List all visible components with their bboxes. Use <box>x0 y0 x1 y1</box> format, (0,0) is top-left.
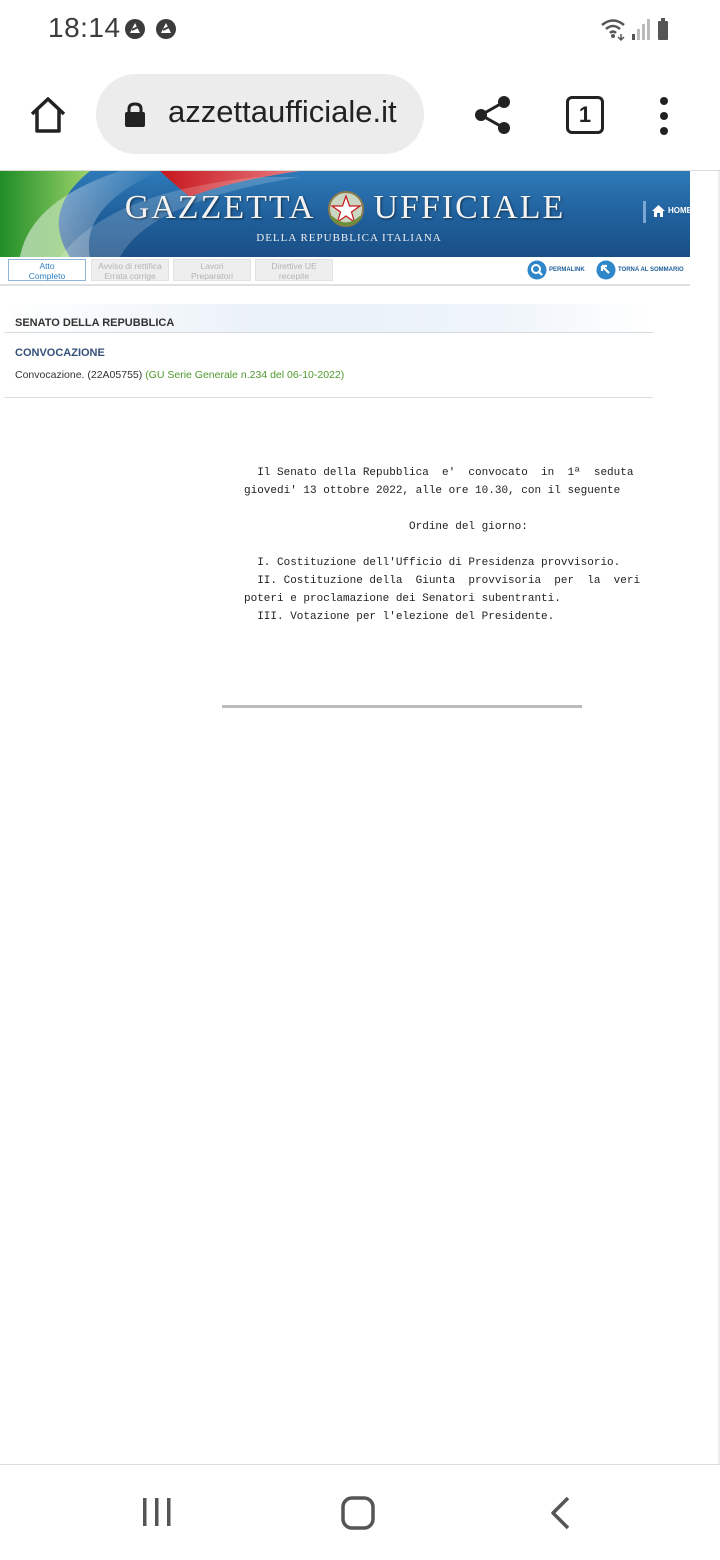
recent-apps-icon[interactable] <box>140 1496 174 1528</box>
home-icon[interactable] <box>28 95 68 135</box>
site-home-link[interactable]: HOME <box>643 201 690 223</box>
tab-label: Lavori <box>200 261 224 271</box>
address-bar[interactable]: azzettaufficiale.it <box>96 74 424 154</box>
act-category: CONVOCAZIONE <box>15 347 105 359</box>
system-nav-bar <box>0 1464 720 1560</box>
gu-reference-link[interactable]: (GU Serie Generale n.234 del 06-10-2022) <box>145 369 344 381</box>
act-body-line: Ordine del giorno: <box>244 521 528 533</box>
tab-avviso-rettifica[interactable]: Avviso di rettifica Errata corrige <box>91 259 169 281</box>
signal-icon <box>632 19 650 40</box>
act-body-line: giovedi' 13 ottobre 2022, alle ore 10.30… <box>244 485 621 497</box>
share-icon[interactable] <box>474 95 512 135</box>
status-bar: 18:14 <box>0 0 720 60</box>
screen: 18:14 azzettaufficiale.it 1 GAZZETTA UFF… <box>0 0 720 1560</box>
act-body-line: III. Votazione per l'elezione del Presid… <box>244 611 555 623</box>
site-banner: GAZZETTA UFFICIALE DELLA REPUBBLICA ITALI… <box>0 171 690 257</box>
act-title: Convocazione. (22A05755) <box>15 369 143 381</box>
act-body-line: Il Senato della Repubblica e' convocato … <box>244 467 634 479</box>
act-title-line: Convocazione. (22A05755) (GU Serie Gener… <box>15 369 344 381</box>
tab-label: Avviso di rettifica <box>98 261 162 271</box>
status-time: 18:14 <box>48 12 121 43</box>
battery-icon <box>658 18 668 40</box>
act-body-line: poteri e proclamazione dei Senatori sube… <box>244 593 561 605</box>
republic-emblem-icon <box>328 191 364 227</box>
tab-label: recepite <box>278 271 310 281</box>
status-indicators <box>601 18 668 42</box>
url-text: azzettaufficiale.it <box>168 94 397 129</box>
act-body-line: I. Costituzione dell'Ufficio di Presiden… <box>244 557 621 569</box>
arrow-back-icon <box>596 260 616 280</box>
tabs-count-button[interactable]: 1 <box>566 96 604 134</box>
site-title-right: UFFICIALE <box>373 189 566 226</box>
back-to-summary-link[interactable]: TORNA AL SOMMARIO <box>596 260 686 280</box>
lock-icon <box>125 102 145 127</box>
site-title-left: GAZZETTA <box>124 189 316 226</box>
back-to-summary-label: TORNA AL SOMMARIO <box>618 267 684 273</box>
permalink-label: PERMALINK <box>549 267 585 273</box>
document-tabs: Atto Completo Avviso di rettifica Errata… <box>0 257 690 286</box>
web-page: GAZZETTA UFFICIALE DELLA REPUBBLICA ITALI… <box>0 171 720 1464</box>
act-header: SENATO DELLA REPUBBLICA CONVOCAZIONE Con… <box>4 304 653 398</box>
tab-label: Atto <box>39 261 55 271</box>
tab-atto-completo[interactable]: Atto Completo <box>8 259 86 281</box>
site-subtitle: DELLA REPUBBLICA ITALIANA <box>256 232 442 244</box>
tab-lavori-preparatori[interactable]: Lavori Preparatori <box>173 259 251 281</box>
browser-toolbar: azzettaufficiale.it 1 <box>0 60 720 171</box>
magnifier-icon <box>527 260 547 280</box>
tab-label: Completo <box>28 271 66 281</box>
act-organ: SENATO DELLA REPUBBLICA <box>15 317 175 329</box>
menu-dots-icon[interactable] <box>654 96 674 136</box>
app-notification-icon <box>156 19 176 39</box>
document-end-rule <box>222 705 582 708</box>
permalink-link[interactable]: PERMALINK <box>527 260 587 280</box>
act-body-line: II. Costituzione della Giunta provvisori… <box>244 575 641 587</box>
tab-label: Preparatori <box>190 271 234 281</box>
tab-label: Direttive UE <box>271 261 317 271</box>
app-notification-icon <box>125 19 145 39</box>
wifi-icon <box>601 19 625 42</box>
tab-direttive-ue[interactable]: Direttive UE recepite <box>255 259 333 281</box>
back-icon[interactable] <box>548 1495 572 1531</box>
tab-label: Errata corrige <box>104 271 156 281</box>
home-circle-icon[interactable] <box>340 1495 376 1531</box>
house-icon <box>652 205 665 217</box>
site-home-label: HOME <box>668 206 690 215</box>
